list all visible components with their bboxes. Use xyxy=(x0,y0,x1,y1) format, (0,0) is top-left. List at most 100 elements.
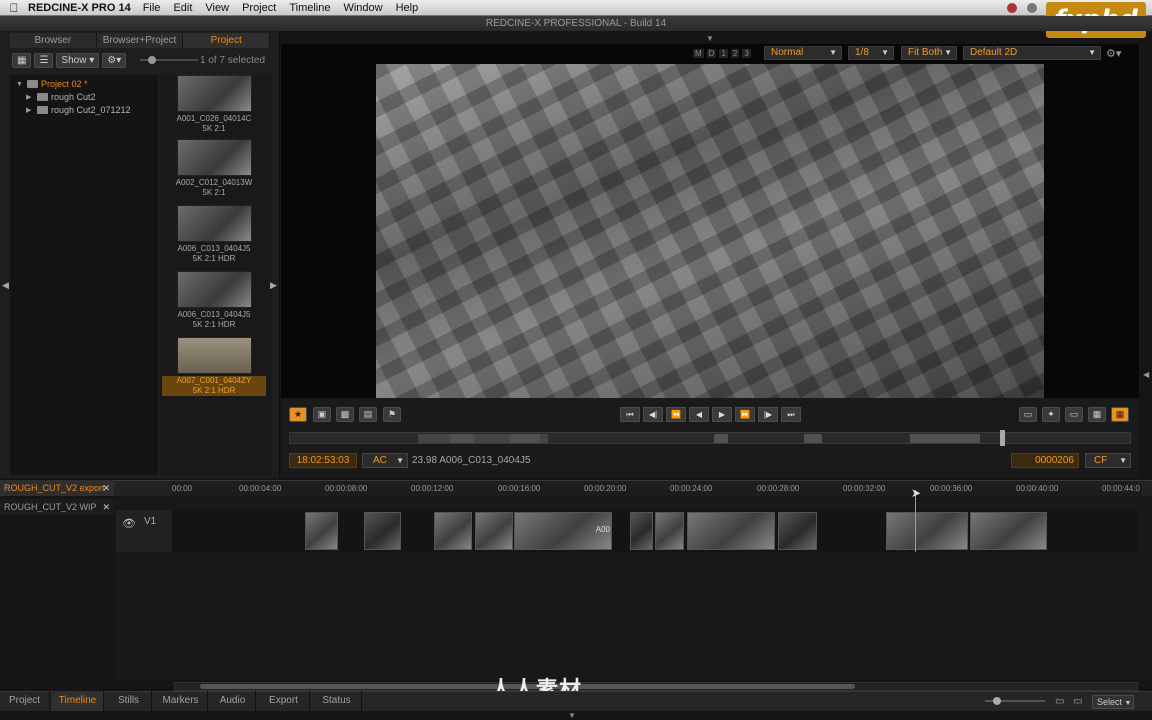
fast-forward-icon[interactable]: ⏩ xyxy=(735,407,755,422)
tool-export-icon[interactable]: ▩ xyxy=(336,407,354,422)
clip-item[interactable]: A006_C013_0404J5 5K 2:1 HDR xyxy=(162,271,266,330)
menu-timeline[interactable]: Timeline xyxy=(289,2,330,14)
thumbnail-size-slider[interactable] xyxy=(140,56,198,64)
tree-item-rough-cut2[interactable]: ▶ rough Cut2 xyxy=(26,92,96,102)
clip-info: 5K 2:1 HDR xyxy=(192,254,236,263)
next-frame-icon[interactable]: |▶ xyxy=(758,407,778,422)
expand-right-icon[interactable]: ▶ xyxy=(26,93,34,101)
mode-2-button[interactable]: 2 xyxy=(730,49,740,58)
timeline-clip[interactable] xyxy=(655,512,684,550)
timeline-clip[interactable] xyxy=(970,512,1047,550)
collapse-right-icon[interactable]: ◀ xyxy=(1143,370,1149,379)
app-name-menu[interactable]: REDCINE-X PRO 14 xyxy=(28,2,131,14)
scrub-segment xyxy=(714,434,728,443)
tab-export[interactable]: Export xyxy=(258,691,310,711)
selection-count: 1 of 7 selected xyxy=(200,55,266,66)
monitor-out-icon[interactable]: ▭ xyxy=(1019,407,1037,422)
sequence-tab-wip[interactable]: ROUGH_CUT_V2 WIP ✕ xyxy=(0,499,114,515)
timeline-clip[interactable] xyxy=(778,512,817,550)
close-icon[interactable]: ✕ xyxy=(102,499,110,515)
mode-3-button[interactable]: 3 xyxy=(742,49,751,58)
menu-edit[interactable]: Edit xyxy=(173,2,192,14)
close-icon[interactable]: ✕ xyxy=(102,480,110,496)
list-view-icon[interactable]: ☰ xyxy=(34,52,54,68)
tab-audio[interactable]: Audio xyxy=(210,691,256,711)
track-label: V1 xyxy=(144,516,157,527)
menu-view[interactable]: View xyxy=(205,2,229,14)
tree-item-label: rough Cut2_071212 xyxy=(51,105,131,115)
tab-timeline-bottom[interactable]: Timeline xyxy=(52,691,104,711)
settings-gear-icon[interactable]: ⚙▾ xyxy=(102,52,127,68)
timecode-mode-select[interactable]: AC ▼ xyxy=(362,453,408,468)
menu-file[interactable]: File xyxy=(143,2,161,14)
tool-monitor-icon[interactable]: ▤ xyxy=(359,407,377,422)
frame-counter[interactable]: 0000206 xyxy=(1011,453,1079,468)
timeline-clip[interactable] xyxy=(475,512,513,550)
menu-help[interactable]: Help xyxy=(396,2,419,14)
expand-right-icon[interactable]: ▶ xyxy=(26,106,34,114)
sequence-tab-export[interactable]: ROUGH_CUT_V2 export ✕ xyxy=(0,480,114,496)
timeline-clip[interactable] xyxy=(886,512,968,550)
apple-icon[interactable]:  xyxy=(0,1,28,15)
mode-1-button[interactable]: 1 xyxy=(719,49,728,58)
tree-item-rough-cut2-071212[interactable]: ▶ rough Cut2_071212 xyxy=(26,105,131,115)
snap-icon[interactable]: ▭ xyxy=(1073,696,1082,707)
collapse-top-icon[interactable]: ▼ xyxy=(706,34,714,43)
blend-mode-select[interactable]: Normal ▼ xyxy=(764,46,842,60)
tab-project[interactable]: Project xyxy=(183,33,271,48)
tools-icon[interactable]: ✦ xyxy=(1042,407,1060,422)
aspect-icon[interactable]: ▭ xyxy=(1065,407,1083,422)
prev-frame-icon[interactable]: ◀| xyxy=(643,407,663,422)
grid-overlay-icon[interactable]: ▦ xyxy=(1088,407,1106,422)
eye-icon[interactable]: 👁 xyxy=(122,517,136,530)
timeline-zoom-slider[interactable] xyxy=(985,697,1045,705)
timecode-display[interactable]: 18:02:53:03 xyxy=(289,453,357,468)
scrub-playhead[interactable] xyxy=(1000,430,1005,446)
play-icon[interactable]: ▶ xyxy=(712,407,732,422)
clip-item-selected[interactable]: A007_C001_0404ZY 5K 2:1 HDR xyxy=(162,337,266,396)
frame-mode-select[interactable]: CF ▼ xyxy=(1085,453,1131,468)
tool-camera-icon[interactable]: ▣ xyxy=(313,407,331,422)
collapse-bottom-icon[interactable]: ▼ xyxy=(568,711,576,720)
show-dropdown[interactable]: Show ▾ xyxy=(56,52,100,68)
expand-down-icon[interactable]: ▼ xyxy=(16,81,24,88)
fit-select[interactable]: Fit Both ▼ xyxy=(901,46,957,60)
clip-item[interactable]: A002_C012_04013W 5K 2:1 xyxy=(162,139,266,198)
tab-project-bottom[interactable]: Project xyxy=(0,691,50,711)
layout-icon[interactable]: ▦ xyxy=(1111,407,1129,422)
timeline-clip[interactable] xyxy=(305,512,338,550)
timeline-clip[interactable]: A00 xyxy=(514,512,612,550)
collapse-left-icon[interactable]: ◀ xyxy=(2,280,9,291)
viewer-settings-gear-icon[interactable]: ⚙▾ xyxy=(1106,47,1121,60)
video-frame xyxy=(376,64,1044,398)
display-select[interactable]: Default 2D ▼ xyxy=(963,46,1101,60)
clip-item[interactable]: A001_C026_04014C 5K 2:1 xyxy=(162,75,266,134)
fit-timeline-icon[interactable]: ▭ xyxy=(1055,696,1064,707)
menu-window[interactable]: Window xyxy=(343,2,382,14)
timeline-clip[interactable] xyxy=(364,512,401,550)
grid-view-icon[interactable]: ▦ xyxy=(12,52,32,68)
rewind-icon[interactable]: ⏪ xyxy=(666,407,686,422)
timeline-ruler[interactable]: 00:00 00:00:04:00 00:00:08:00 00:00:12:0… xyxy=(172,481,1142,496)
menu-project[interactable]: Project xyxy=(242,2,276,14)
mode-m-button[interactable]: M xyxy=(693,49,704,58)
go-to-end-icon[interactable]: ⏭ xyxy=(781,407,801,422)
tab-browser[interactable]: Browser xyxy=(10,33,97,48)
expand-right-icon[interactable]: ▶ xyxy=(270,280,277,291)
timeline-clip[interactable] xyxy=(434,512,472,550)
tab-stills[interactable]: Stills xyxy=(106,691,152,711)
resolution-select[interactable]: 1/8 ▼ xyxy=(848,46,894,60)
timeline-clip[interactable] xyxy=(687,512,775,550)
timeline-clip[interactable] xyxy=(630,512,653,550)
tab-markers[interactable]: Markers xyxy=(154,691,208,711)
tool-folder-icon[interactable]: ★ xyxy=(289,407,307,422)
clip-item[interactable]: A006_C013_0404J5 5K 2:1 HDR xyxy=(162,205,266,264)
go-to-start-icon[interactable]: ⏮ xyxy=(620,407,640,422)
tab-status[interactable]: Status xyxy=(312,691,362,711)
mode-d-button[interactable]: D xyxy=(706,49,717,58)
play-reverse-icon[interactable]: ◀ xyxy=(689,407,709,422)
select-tool-dropdown[interactable]: Select ▼ xyxy=(1092,695,1134,709)
flag-icon[interactable]: ⚑ xyxy=(383,407,401,422)
tab-browser-project[interactable]: Browser+Project xyxy=(96,33,184,48)
tree-item-project[interactable]: ▼ Project 02 * xyxy=(16,79,88,89)
